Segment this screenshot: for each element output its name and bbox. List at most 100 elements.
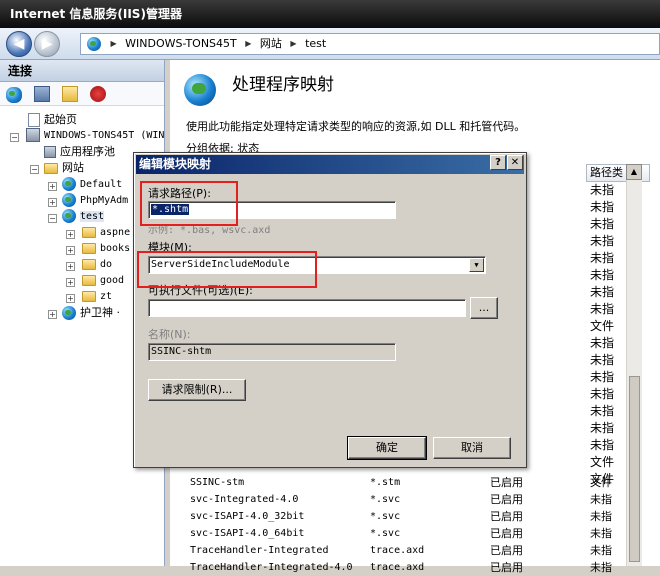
cell-name: svc-Integrated-4.0 — [190, 494, 299, 505]
expand-icon[interactable]: + — [66, 294, 75, 303]
back-button[interactable]: ◀ — [6, 31, 32, 57]
collapse-icon[interactable]: − — [48, 214, 57, 223]
cell-name: svc-ISAPI-4.0_64bit — [190, 528, 305, 539]
folder-up-icon[interactable] — [62, 86, 78, 102]
page-description: 使用此功能指定处理特定请求类型的响应的资源,如 DLL 和托管代码。 — [186, 120, 526, 133]
save-icon[interactable] — [34, 86, 50, 102]
tree-item-folder-zt[interactable]: zt — [82, 289, 112, 305]
tree-item-folder-aspnet[interactable]: aspne — [82, 225, 130, 241]
expand-icon[interactable]: + — [48, 198, 57, 207]
cancel-button[interactable]: 取消 — [433, 437, 511, 459]
cell-type: 文件 — [590, 476, 612, 489]
tree-item-app-pools[interactable]: 应用程序池 — [44, 144, 115, 160]
cell-path-type: 未指 — [590, 387, 615, 401]
name-input[interactable]: SSINC-shtm — [148, 343, 396, 361]
cell-path-type: 未指 — [590, 336, 615, 350]
breadcrumb-test[interactable]: test — [305, 34, 326, 54]
expand-icon[interactable]: + — [48, 182, 57, 191]
tree-item-start-page[interactable]: 起始页 — [28, 112, 77, 128]
breadcrumb-sites[interactable]: 网站 — [260, 34, 282, 54]
tree-item-folder-good[interactable]: good — [82, 273, 124, 289]
tree-item-site-huweishen[interactable]: 护卫神 · — [62, 305, 120, 321]
folder-icon — [82, 274, 96, 286]
expand-icon[interactable]: + — [66, 246, 75, 255]
cell-state: 已启用 — [490, 561, 523, 574]
cell-path-type: 未指 — [590, 234, 615, 248]
cell-name: TraceHandler-Integrated — [190, 545, 329, 556]
expand-icon[interactable]: + — [66, 278, 75, 287]
connections-toolbar — [0, 82, 164, 106]
expand-icon[interactable]: + — [66, 262, 75, 271]
chevron-right-icon: ▶ — [245, 39, 252, 48]
globe-icon — [62, 193, 76, 207]
breadcrumb-server[interactable]: WINDOWS-TONS45T — [125, 34, 237, 54]
tree-item-folder-do[interactable]: do — [82, 257, 112, 273]
dialog-titlebar: 编辑模块映射 — [136, 155, 524, 174]
connections-header: 连接 — [0, 60, 164, 82]
cell-state: 已启用 — [490, 527, 523, 540]
cell-type: 未指 — [590, 561, 612, 574]
folder-icon — [82, 226, 96, 238]
path-type-column: 未指 未指 未指 未指 未指 未指 未指 未指 文件 未指 未指 未指 未指 未… — [590, 182, 614, 488]
cell-type: 未指 — [590, 493, 612, 506]
table-row[interactable]: TraceHandler-Integrated trace.axd 已启用 未指 — [190, 542, 630, 559]
cell-path-type: 文件 — [590, 455, 615, 469]
connect-globe-icon[interactable] — [6, 87, 22, 103]
cell-path-type: 未指 — [590, 285, 615, 299]
app-pool-icon — [44, 146, 56, 158]
cell-type: 未指 — [590, 544, 612, 557]
tree-item-site-default[interactable]: Default — [62, 177, 122, 193]
tree-item-site-test[interactable]: test — [62, 209, 105, 225]
cell-path: *.svc — [370, 511, 401, 522]
cell-name: svc-ISAPI-4.0_32bit — [190, 511, 305, 522]
close-button[interactable]: ✕ — [507, 155, 523, 170]
table-row[interactable]: svc-Integrated-4.0 *.svc 已启用 未指 — [190, 491, 630, 508]
navigation-bar: ◀ ▶ ▶ WINDOWS-TONS45T ▶ 网站 ▶ test — [0, 28, 660, 60]
page-title: 处理程序映射 — [232, 75, 334, 95]
tree-item-server[interactable]: WINDOWS-TONS45T (WIN — [26, 128, 164, 144]
address-bar[interactable]: ▶ WINDOWS-TONS45T ▶ 网站 ▶ test — [80, 33, 660, 55]
expand-icon[interactable]: + — [66, 230, 75, 239]
tree-item-sites[interactable]: 网站 — [44, 160, 84, 176]
table-row[interactable]: SSINC-stm *.stm 已启用 文件 — [190, 474, 630, 491]
dialog-title: 编辑模块映射 — [139, 157, 212, 171]
help-button[interactable]: ? — [490, 155, 506, 170]
cell-path: trace.axd — [370, 562, 425, 573]
expand-icon[interactable]: + — [48, 310, 57, 319]
globe-icon — [62, 306, 76, 320]
page-icon — [28, 113, 40, 127]
cell-path-type: 未指 — [590, 251, 615, 265]
cell-name: TraceHandler-Integrated-4.0 — [190, 562, 353, 573]
cell-path-type: 未指 — [590, 200, 615, 214]
request-restrictions-button[interactable]: 请求限制(R)... — [148, 379, 246, 401]
cell-state: 已启用 — [490, 493, 523, 506]
cell-path-type: 未指 — [590, 421, 615, 435]
collapse-server-icon[interactable]: − — [10, 133, 19, 142]
scroll-up-icon[interactable]: ▲ — [626, 164, 642, 180]
table-row[interactable]: svc-ISAPI-4.0_64bit *.svc 已启用 未指 — [190, 525, 630, 542]
folder-icon — [82, 242, 96, 254]
collapse-sites-icon[interactable]: − — [30, 165, 39, 174]
chevron-down-icon[interactable]: ▼ — [469, 258, 484, 272]
server-icon — [26, 128, 40, 142]
tree-item-site-phpmyadmin[interactable]: PhpMyAdm — [62, 193, 128, 209]
executable-input[interactable] — [148, 299, 466, 317]
table-row[interactable]: TraceHandler-Integrated-4.0 trace.axd 已启… — [190, 559, 630, 576]
sites-folder-icon — [44, 162, 58, 174]
cell-path-type: 未指 — [590, 183, 615, 197]
scrollbar-thumb[interactable] — [629, 376, 640, 562]
cell-path-type: 未指 — [590, 217, 615, 231]
close-icon: ✕ — [510, 157, 520, 168]
forward-button[interactable]: ▶ — [34, 31, 60, 57]
cell-path-type: 未指 — [590, 370, 615, 384]
cell-state: 已启用 — [490, 544, 523, 557]
chevron-right-icon: ▶ — [110, 39, 117, 48]
ok-button[interactable]: 确定 — [347, 436, 427, 460]
tree-item-folder-books[interactable]: books — [82, 241, 130, 257]
table-row[interactable]: svc-ISAPI-4.0_32bit *.svc 已启用 未指 — [190, 508, 630, 525]
help-icon: ? — [495, 157, 501, 168]
window-title: Internet 信息服务(IIS)管理器 — [10, 7, 182, 21]
disconnect-icon[interactable] — [90, 86, 106, 102]
browse-button[interactable]: ... — [470, 297, 498, 319]
cell-type: 未指 — [590, 510, 612, 523]
